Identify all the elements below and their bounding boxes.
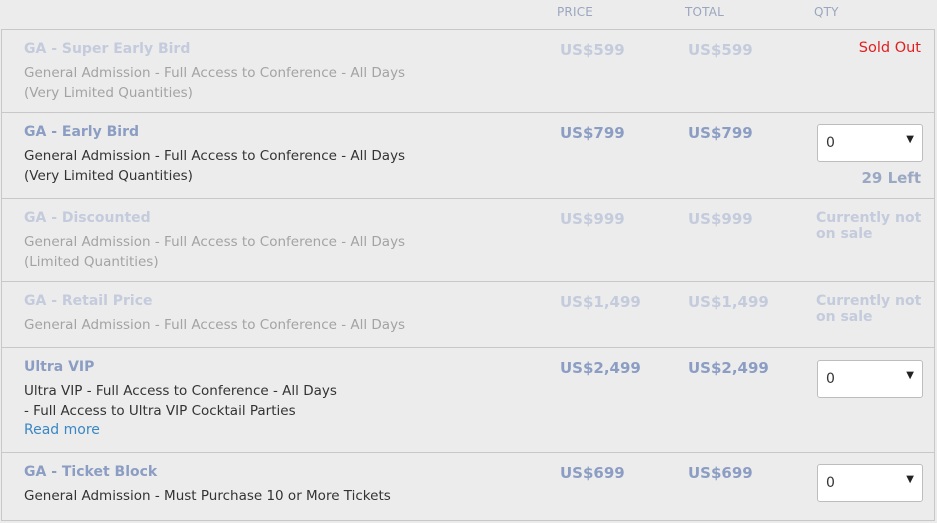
ticket-total: US$999 — [688, 210, 753, 228]
read-more-link[interactable]: Read more — [24, 422, 100, 438]
remaining-count: 29 Left — [861, 169, 921, 187]
qty-column-header: QTY — [814, 5, 839, 19]
ticket-total: US$799 — [688, 124, 753, 142]
ticket-description: General Admission - Full Access to Confe… — [24, 146, 405, 186]
caret-down-icon: ▼ — [906, 474, 914, 485]
ticket-row-early-bird: GA - Early Bird General Admission - Full… — [2, 113, 934, 199]
quantity-value: 0 — [826, 135, 835, 151]
ticket-total: US$1,499 — [688, 293, 769, 311]
total-column-header: TOTAL — [685, 5, 725, 19]
quantity-select[interactable]: 0 ▼ — [817, 360, 923, 398]
caret-down-icon: ▼ — [906, 134, 914, 145]
ticket-description-line: (Limited Quantities) — [24, 254, 159, 270]
ticket-name: GA - Discounted — [24, 210, 151, 226]
ticket-description: General Admission - Full Access to Confe… — [24, 315, 405, 335]
ticket-description: Ultra VIP - Full Access to Conference - … — [24, 381, 337, 421]
ticket-price: US$699 — [560, 464, 625, 482]
ticket-name: GA - Early Bird — [24, 124, 139, 140]
ticket-name: Ultra VIP — [24, 359, 95, 375]
ticket-price: US$2,499 — [560, 359, 641, 377]
not-on-sale-label: Currently not on sale — [816, 210, 922, 242]
price-column-header: PRICE — [557, 5, 594, 19]
quantity-select[interactable]: 0 ▼ — [817, 124, 923, 162]
not-on-sale-label: Currently not on sale — [816, 293, 922, 325]
ticket-description-line: (Very Limited Quantities) — [24, 168, 193, 184]
ticket-name: GA - Retail Price — [24, 293, 153, 309]
ticket-row-discounted: GA - Discounted General Admission - Full… — [2, 199, 934, 282]
ticket-description: General Admission - Full Access to Confe… — [24, 63, 405, 103]
caret-down-icon: ▼ — [906, 370, 914, 381]
ticket-total: US$699 — [688, 464, 753, 482]
ticket-description-line: General Admission - Full Access to Confe… — [24, 234, 406, 250]
ticket-row-ultra-vip: Ultra VIP Ultra VIP - Full Access to Con… — [2, 348, 934, 453]
ticket-description-line: General Admission - Full Access to Confe… — [24, 65, 406, 81]
ticket-description-line: General Admission - Full Access to Confe… — [24, 148, 406, 164]
ticket-price: US$999 — [560, 210, 625, 228]
table-header: PRICE TOTAL QTY — [0, 0, 937, 29]
ticket-description-line: Ultra VIP - Full Access to Conference - … — [24, 383, 337, 399]
ticket-description-line: - Full Access to Ultra VIP Cocktail Part… — [24, 403, 296, 419]
ticket-row-retail-price: GA - Retail Price General Admission - Fu… — [2, 282, 934, 348]
ticket-row-ticket-block: GA - Ticket Block General Admission - Mu… — [2, 453, 934, 521]
ticket-description-line: General Admission - Full Access to Confe… — [24, 317, 406, 333]
ticket-name: GA - Ticket Block — [24, 464, 158, 480]
ticket-description-line: General Admission - Must Purchase 10 or … — [24, 488, 391, 504]
quantity-select[interactable]: 0 ▼ — [817, 464, 923, 502]
sold-out-label: Sold Out — [858, 40, 921, 56]
quantity-value: 0 — [826, 475, 835, 491]
ticket-price: US$1,499 — [560, 293, 641, 311]
ticket-description: General Admission - Full Access to Confe… — [24, 232, 405, 272]
ticket-total: US$2,499 — [688, 359, 769, 377]
ticket-price: US$799 — [560, 124, 625, 142]
ticket-row-super-early-bird: GA - Super Early Bird General Admission … — [2, 30, 934, 113]
ticket-description: General Admission - Must Purchase 10 or … — [24, 486, 391, 506]
ticket-name: GA - Super Early Bird — [24, 41, 191, 57]
ticket-price: US$599 — [560, 41, 625, 59]
ticket-table: GA - Super Early Bird General Admission … — [1, 29, 935, 521]
ticket-description-line: (Very Limited Quantities) — [24, 85, 193, 101]
ticket-total: US$599 — [688, 41, 753, 59]
quantity-value: 0 — [826, 371, 835, 387]
